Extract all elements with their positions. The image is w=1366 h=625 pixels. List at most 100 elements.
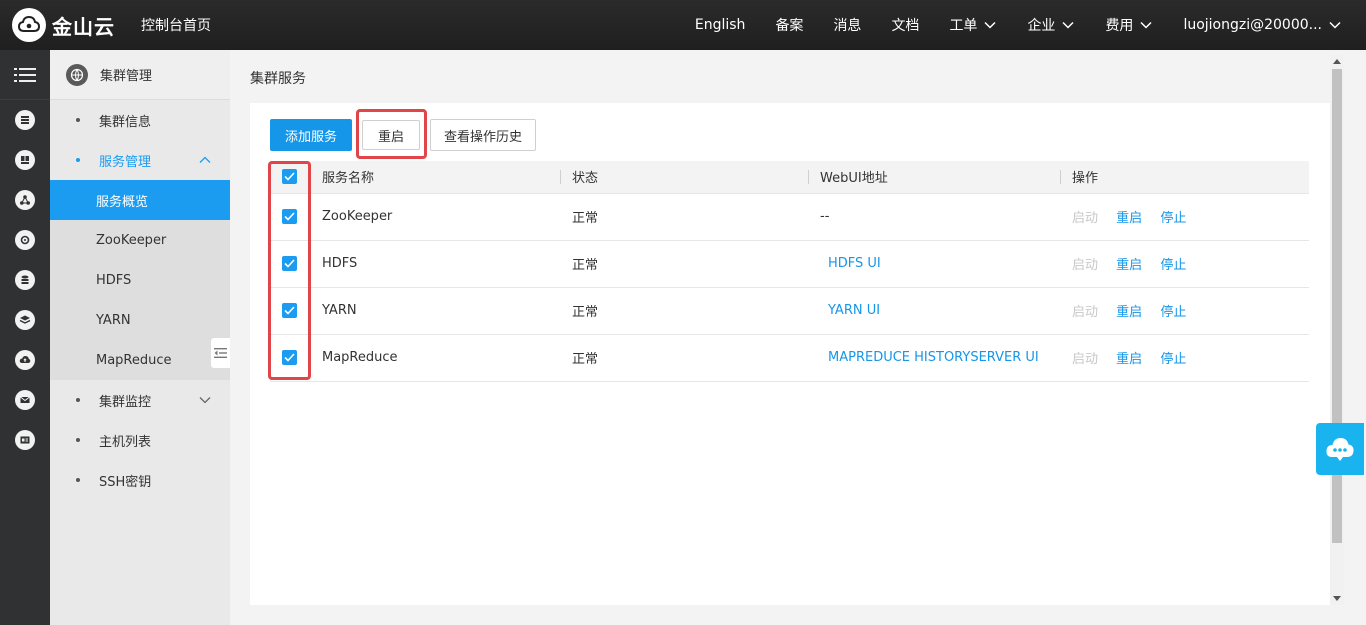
sidebar-item-label: 集群监控 — [99, 394, 152, 410]
stop-action[interactable]: 停止 — [1160, 258, 1186, 273]
restart-action[interactable]: 重启 — [1116, 305, 1142, 320]
row-checkbox[interactable] — [282, 303, 297, 318]
row-checkbox[interactable] — [282, 209, 297, 224]
restart-action[interactable]: 重启 — [1116, 211, 1142, 226]
actions-cell: 启动 重启 停止 — [1060, 287, 1309, 335]
scroll-up-arrow-icon[interactable] — [1333, 59, 1341, 64]
nav-docs[interactable]: 文档 — [891, 15, 919, 35]
sidebar-subitem-label: 服务概览 — [96, 194, 149, 210]
menu-toggle[interactable] — [0, 50, 50, 100]
nav-account[interactable]: luojiongzi@20000... — [1183, 17, 1342, 33]
stop-action[interactable]: 停止 — [1160, 211, 1186, 226]
service-name-cell: ZooKeeper — [310, 193, 560, 241]
service-name: YARN — [322, 303, 357, 318]
rail-monitor[interactable] — [0, 140, 50, 180]
network-icon — [15, 190, 35, 210]
webui-link[interactable]: MAPREDUCE HISTORYSERVER UI — [828, 350, 1039, 365]
check-icon — [284, 306, 295, 315]
chevron-down-icon — [984, 21, 996, 29]
add-service-button[interactable]: 添加服务 — [270, 119, 352, 151]
sidebar-header: 集群管理 — [50, 50, 230, 100]
rail-server[interactable] — [0, 100, 50, 140]
rail-database[interactable] — [0, 260, 50, 300]
rail-id-card[interactable] — [0, 420, 50, 460]
status-cell: 正常 — [560, 240, 808, 288]
monitor-icon — [15, 150, 35, 170]
cloud-logo-icon — [12, 8, 46, 42]
service-name: MapReduce — [322, 350, 398, 365]
console-home-link[interactable]: 控制台首页 — [141, 15, 211, 35]
row-select-cell — [270, 240, 310, 288]
webui-cell: YARN UI — [808, 287, 1060, 335]
actions-cell: 启动 重启 停止 — [1060, 334, 1309, 382]
start-action: 启动 — [1072, 305, 1099, 320]
service-name: HDFS — [322, 256, 358, 271]
service-name-cell: YARN — [310, 287, 560, 335]
chevron-down-icon — [1140, 21, 1152, 29]
nav-tickets[interactable]: 工单 — [949, 15, 997, 35]
service-panel: 添加服务 重启 查看操作历史 服务名称 状态 WebUI地址 操作 ZooKee… — [250, 103, 1330, 605]
rail-cloud-upload[interactable] — [0, 340, 50, 380]
page-scrollbar[interactable] — [1330, 55, 1344, 605]
nav-billing[interactable]: 费用 — [1105, 15, 1153, 35]
column-divider — [1060, 170, 1061, 184]
cloud-chat-icon — [1326, 438, 1354, 461]
sidebar-subitem-service-overview[interactable]: 服务概览 — [50, 180, 230, 220]
restart-action[interactable]: 重启 — [1116, 258, 1142, 273]
status-cell: 正常 — [560, 334, 808, 382]
sidebar-item-host-list[interactable]: 主机列表 — [50, 420, 230, 460]
nav-enterprise[interactable]: 企业 — [1027, 15, 1075, 35]
column-header-label: WebUI地址 — [820, 171, 888, 187]
sidebar-subitem-label: YARN — [96, 312, 131, 328]
restart-action[interactable]: 重启 — [1116, 352, 1142, 367]
sidebar-item-cluster-info[interactable]: 集群信息 — [50, 100, 230, 140]
brand[interactable]: 金山云 — [0, 0, 115, 50]
nav-english[interactable]: English — [695, 17, 746, 33]
nav-beian[interactable]: 备案 — [775, 15, 803, 35]
sidebar-subitem-label: HDFS — [96, 272, 132, 288]
status-cell: 正常 — [560, 193, 808, 241]
customer-service-button[interactable] — [1316, 423, 1364, 475]
rail-network[interactable] — [0, 180, 50, 220]
sidebar-subitem-hdfs[interactable]: HDFS — [50, 260, 230, 300]
sidebar-item-ssh-keys[interactable]: SSH密钥 — [50, 460, 230, 500]
services-table: 服务名称 状态 WebUI地址 操作 ZooKeeper 正常 -- 启动 重启… — [270, 161, 1309, 382]
start-action: 启动 — [1072, 258, 1099, 273]
row-checkbox[interactable] — [282, 350, 297, 365]
row-select-cell — [270, 334, 310, 382]
sidebar-subitem-zookeeper[interactable]: ZooKeeper — [50, 220, 230, 260]
service-status: 正常 — [572, 211, 599, 226]
rail-mail[interactable] — [0, 380, 50, 420]
status-cell: 正常 — [560, 287, 808, 335]
check-icon — [284, 172, 295, 181]
sidebar-collapse-toggle[interactable] — [211, 338, 230, 368]
bullet-dot — [76, 118, 80, 122]
check-icon — [284, 259, 295, 268]
table-row: ZooKeeper 正常 -- 启动 重启 停止 — [270, 193, 1309, 241]
stop-action[interactable]: 停止 — [1160, 352, 1186, 367]
sidebar-subitem-mapreduce[interactable]: MapReduce — [50, 340, 230, 380]
rail-storage[interactable] — [0, 220, 50, 260]
scroll-down-arrow-icon[interactable] — [1333, 596, 1341, 601]
column-header-status: 状态 — [560, 161, 808, 194]
rail-layers[interactable] — [0, 300, 50, 340]
restart-button[interactable]: 重启 — [362, 120, 420, 150]
sidebar-item-cluster-monitor[interactable]: 集群监控 — [50, 380, 230, 420]
sidebar-item-service-management[interactable]: 服务管理 — [50, 140, 230, 180]
row-checkbox[interactable] — [282, 256, 297, 271]
row-select-cell — [270, 287, 310, 335]
nav-account-label: luojiongzi@20000... — [1183, 17, 1322, 33]
service-status: 正常 — [572, 305, 599, 320]
sidebar-subitem-yarn[interactable]: YARN — [50, 300, 230, 340]
select-all-cell — [270, 161, 310, 194]
select-all-checkbox[interactable] — [282, 169, 297, 185]
bullet-dot — [76, 398, 80, 402]
column-header-actions: 操作 — [1060, 161, 1309, 194]
operation-history-button[interactable]: 查看操作历史 — [430, 119, 536, 151]
column-divider — [560, 170, 561, 184]
table-row: YARN 正常 YARN UI 启动 重启 停止 — [270, 287, 1309, 335]
stop-action[interactable]: 停止 — [1160, 305, 1186, 320]
webui-link[interactable]: HDFS UI — [828, 256, 881, 271]
webui-link[interactable]: YARN UI — [828, 303, 880, 318]
nav-messages[interactable]: 消息 — [833, 15, 861, 35]
